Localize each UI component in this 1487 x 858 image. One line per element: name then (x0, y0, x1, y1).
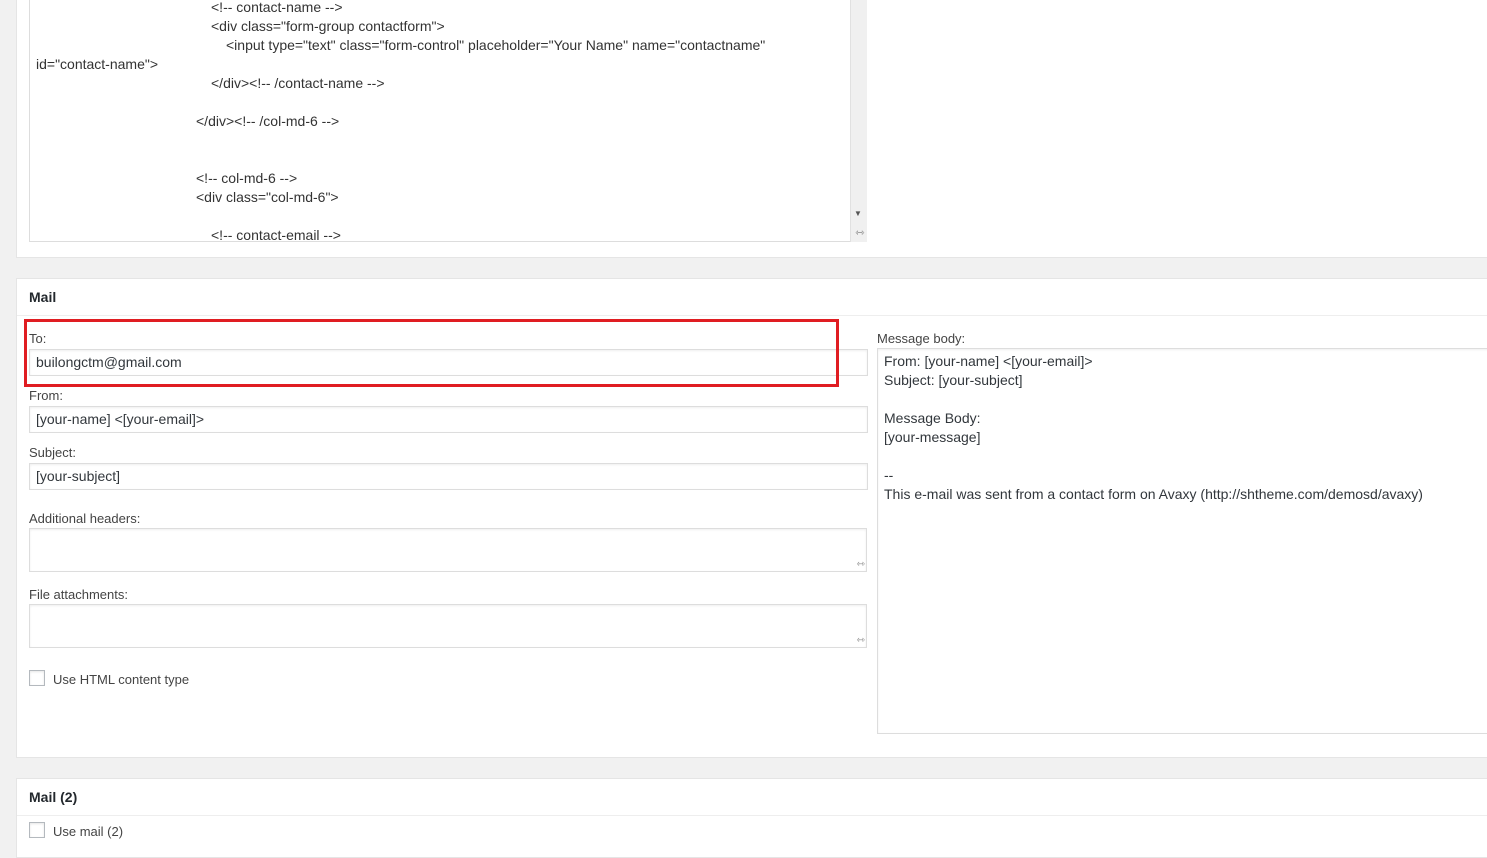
subject-label: Subject: (29, 445, 76, 460)
form-editor-panel: <!-- contact-name --> <div class="form-g… (16, 0, 1487, 258)
message-body-line: Message Body: (884, 410, 981, 426)
code-line: </div><!-- /contact-name --> (211, 75, 385, 91)
scroll-down-arrow-icon[interactable]: ▼ (854, 209, 862, 218)
file-attachments-textarea[interactable]: ⇿ (29, 604, 867, 648)
from-label: From: (29, 388, 63, 403)
highlight-annotation-box (24, 319, 839, 387)
form-code-editor[interactable]: <!-- contact-name --> <div class="form-g… (29, 0, 867, 242)
code-line: <!-- contact-name --> (211, 0, 343, 15)
message-body-line (884, 447, 1487, 466)
file-attachments-label: File attachments: (29, 587, 128, 602)
code-line: <!-- col-md-6 --> (196, 170, 298, 186)
code-line: <div class="col-md-6"> (196, 189, 339, 205)
code-line: id="contact-name"> (36, 56, 159, 72)
panel-title: Mail (2) (29, 789, 78, 805)
use-html-checkbox[interactable] (29, 670, 45, 686)
resize-handle-icon[interactable]: ⇿ (857, 636, 865, 646)
use-mail2-checkbox[interactable] (29, 822, 45, 838)
message-body-line: [your-message] (884, 429, 981, 445)
message-body-line: -- (884, 467, 894, 483)
code-line: <div class="form-group contactform"> (211, 18, 445, 34)
divider (17, 315, 1487, 316)
mail-panel: Mail To: builongctm@gmail.com From: [you… (16, 278, 1487, 758)
resize-handle-icon[interactable]: ⇿ (857, 560, 865, 570)
use-html-label: Use HTML content type (53, 672, 190, 687)
message-body-textarea[interactable]: From: [your-name] <[your-email]> Subject… (877, 348, 1487, 734)
mail2-panel: Mail (2) Use mail (2) (16, 778, 1487, 858)
message-body-line (884, 390, 1487, 409)
additional-headers-label: Additional headers: (29, 511, 141, 526)
code-line: </div><!-- /col-md-6 --> (196, 113, 340, 129)
code-line: <!-- contact-email --> (211, 227, 341, 242)
resize-handle-icon[interactable]: ⇿ (853, 226, 867, 240)
divider (17, 815, 1487, 816)
message-body-line: Subject: [your-subject] (884, 372, 1023, 388)
panel-title: Mail (29, 289, 57, 305)
subject-field[interactable]: [your-subject] (29, 463, 868, 490)
from-field[interactable]: [your-name] <[your-email]> (29, 406, 868, 433)
message-body-line: From: [your-name] <[your-email]> (884, 353, 1093, 369)
message-body-line: This e-mail was sent from a contact form… (884, 486, 1423, 502)
additional-headers-textarea[interactable]: ⇿ (29, 528, 867, 572)
message-body-label: Message body: (877, 331, 966, 346)
editor-scrollbar[interactable]: ▼ (850, 0, 867, 242)
code-line: <input type="text" class="form-control" … (226, 37, 766, 53)
